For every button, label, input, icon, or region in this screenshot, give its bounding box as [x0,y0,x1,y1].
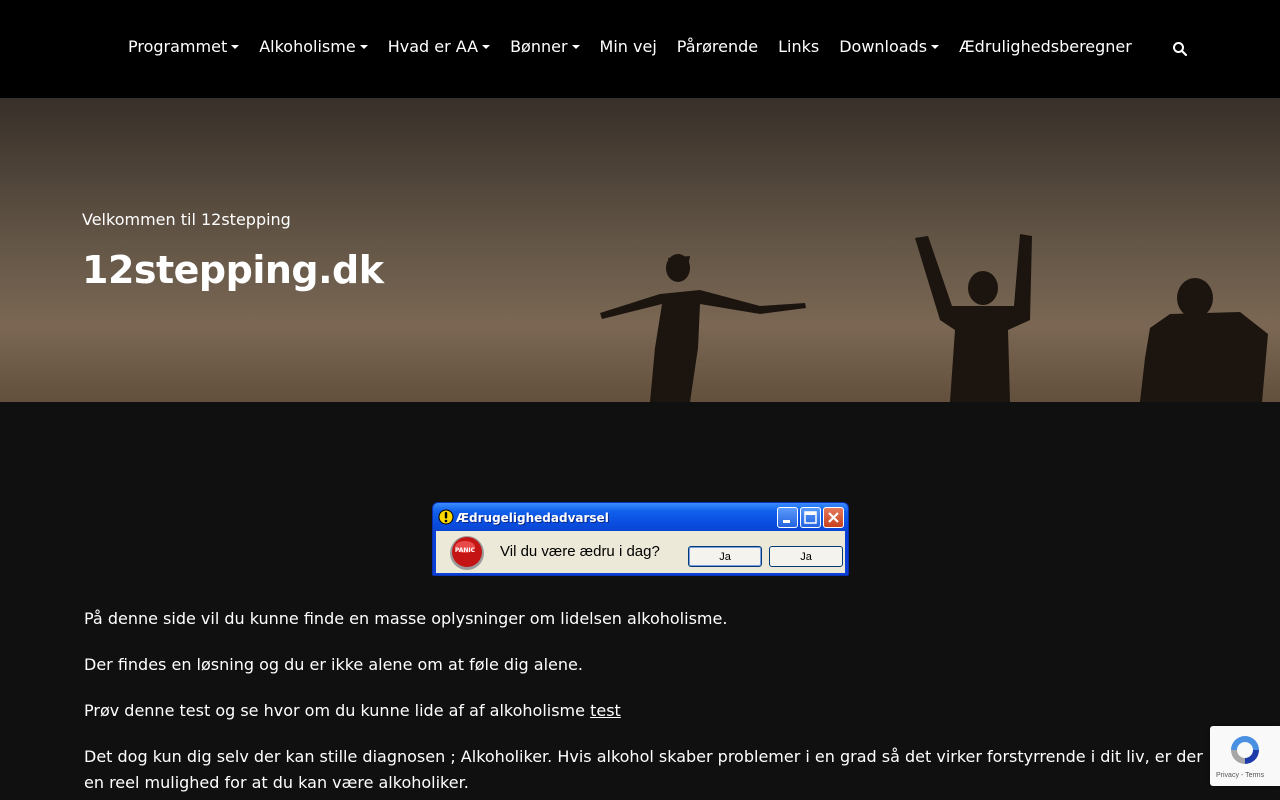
warning-icon [438,509,454,525]
search-button[interactable] [1172,41,1188,57]
terms-link[interactable]: Terms [1245,772,1264,779]
nav-item-label: Hvad er AA [387,36,479,56]
minimize-icon [783,520,790,523]
caret-down-icon [571,45,580,49]
nav-item-links[interactable]: Links [778,37,819,56]
sobriety-warning-dialog: Ædrugelighedadvarsel PANIC Vil du være æ… [432,502,849,576]
maximize-button[interactable] [800,507,821,528]
dialog-title: Ædrugelighedadvarsel [456,511,609,525]
nav-item-label: Ædrulighedsberegner [959,36,1132,56]
search-icon [1173,42,1188,57]
caret-down-icon [359,45,368,49]
page-title: 12stepping.dk [82,248,384,292]
hero-banner: Velkommen til 12stepping 12stepping.dk [0,98,1280,402]
nav-item-label: Pårørende [676,36,759,56]
minimize-button[interactable] [777,507,798,528]
recaptcha-badge[interactable]: Privacy - Terms [1210,726,1280,786]
nav-item-bonner[interactable]: Bønner [510,36,580,56]
test-link[interactable]: test [590,701,621,720]
nav-item-label: Alkoholisme [259,36,356,56]
nav-item-downloads[interactable]: Downloads [839,36,940,56]
paragraph-test-text: Prøv denne test og se hvor om du kunne l… [84,701,591,720]
nav-item-alkoholisme[interactable]: Alkoholisme [259,36,368,56]
nav-item-label: Programmet [128,36,228,56]
caret-down-icon [931,45,940,49]
dialog-yes-button-2[interactable]: Ja [769,546,843,567]
nav-item-aedrulighedsberegner[interactable]: Ædrulighedsberegner [959,37,1132,56]
nav-item-hvad-er-aa[interactable]: Hvad er AA [387,36,491,56]
nav-item-label: Downloads [839,36,928,56]
navbar: Programmet Alkoholisme Hvad er AA Bønner… [0,0,1280,98]
dialog-body: PANIC Vil du være ædru i dag? Ja Ja [436,531,845,573]
paragraph-diagnosis: Det dog kun dig selv der kan stille diag… [84,747,1203,792]
dialog-titlebar: Ædrugelighedadvarsel [433,503,848,531]
paragraph-not-alone: Der findes en løsning og du er ikke alen… [84,655,583,674]
nav-item-programmet[interactable]: Programmet [128,36,240,56]
main-content: På denne side vil du kunne finde en mass… [84,606,1204,800]
privacy-link[interactable]: Privacy [1216,772,1239,779]
panic-label: PANIC [455,547,476,554]
recaptcha-links: Privacy - Terms [1216,772,1265,779]
maximize-icon [804,511,817,524]
caret-down-icon [482,45,491,49]
panic-button-icon: PANIC [450,536,484,570]
nav-item-min-vej[interactable]: Min vej [600,37,657,56]
close-icon [828,512,839,523]
hero-kicker: Velkommen til 12stepping [82,210,291,229]
main-nav: Programmet Alkoholisme Hvad er AA Bønner… [128,34,1132,58]
dialog-yes-button-1[interactable]: Ja [688,546,762,567]
recaptcha-icon [1231,736,1259,764]
nav-item-label: Links [778,36,820,56]
dialog-message: Vil du være ædru i dag? [500,543,660,560]
nav-item-label: Min vej [599,36,657,56]
nav-item-label: Bønner [510,36,568,56]
nav-item-parorende[interactable]: Pårørende [677,37,758,56]
paragraph-test: Prøv denne test og se hvor om du kunne l… [84,698,1204,724]
close-button[interactable] [823,507,844,528]
caret-down-icon [231,45,240,49]
paragraph-intro: På denne side vil du kunne finde en mass… [84,609,728,628]
